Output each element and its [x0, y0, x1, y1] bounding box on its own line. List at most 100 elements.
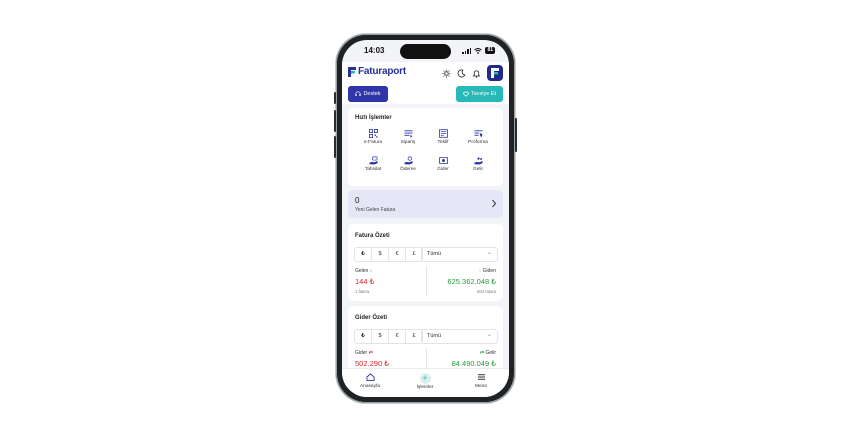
- wifi-icon: [474, 47, 483, 54]
- quick-actions-card: Hızlı İşlemler e-Fatura Sipariş Teklif P…: [348, 108, 503, 186]
- income-icon: [473, 157, 483, 165]
- proforma-icon: [473, 130, 483, 138]
- avatar-logo-icon: [491, 68, 499, 78]
- quick-action-label: Gider: [437, 167, 449, 172]
- status-bar: 14:03 81: [342, 40, 509, 62]
- expense-summary-card: Gider Özeti ₺ $ € £ Tümü ⌄ Gider ⇄ ⇄ Gel…: [348, 306, 503, 370]
- action-bar: Destek Tavsiye Et: [342, 86, 509, 104]
- moon-icon[interactable]: [457, 68, 466, 78]
- quick-action-odeme[interactable]: Ödeme: [393, 156, 423, 172]
- nav-actions-label: İşlemler: [416, 385, 434, 390]
- income-icon: ⇄: [479, 350, 485, 356]
- invoice-filter-value: Tümü: [427, 251, 442, 257]
- incoming-label: Gelen ↓: [355, 268, 373, 274]
- quick-action-teklif[interactable]: Teklif: [428, 129, 458, 145]
- quick-action-label: Tahsilat: [364, 167, 382, 172]
- invoice-summary-title: Fatura Özeti: [355, 233, 390, 239]
- income-amount: 84.490.049 ₺: [451, 359, 496, 368]
- arrow-down-icon: ↓: [369, 268, 373, 274]
- chevron-down-icon: ⌄: [486, 332, 492, 338]
- nav-menu-label: Menü: [475, 384, 487, 389]
- expense-icon: [438, 156, 448, 165]
- heart-icon: [463, 91, 469, 97]
- quick-action-proforma[interactable]: Proforma: [463, 129, 493, 145]
- expense-amount: 502.290 ₺: [355, 359, 389, 368]
- phone-power-button: [515, 118, 517, 152]
- outgoing-amount: 625.362.048 ₺: [447, 277, 496, 286]
- quick-action-gider[interactable]: Gider: [428, 156, 458, 172]
- quick-action-label: Gelir: [472, 167, 484, 172]
- quick-action-label: Ödeme: [400, 167, 416, 172]
- profile-avatar[interactable]: [487, 65, 503, 81]
- quick-action-label: e-Fatura: [363, 140, 383, 145]
- quick-action-siparis[interactable]: Sipariş: [393, 129, 423, 145]
- app-logo[interactable]: Faturaport: [348, 66, 406, 77]
- status-time: 14:03: [364, 46, 385, 55]
- expense-summary-title: Gider Özeti: [355, 315, 388, 321]
- bell-icon[interactable]: [472, 69, 481, 78]
- dynamic-island: [400, 44, 451, 59]
- bottom-nav: Anasayfa + İşlemler Menü: [342, 368, 509, 397]
- incoming-count: 1 fatura: [355, 289, 370, 294]
- nav-home[interactable]: Anasayfa: [356, 373, 384, 389]
- quick-action-label: Sipariş: [400, 140, 416, 145]
- arrow-up-icon: ↑: [478, 268, 482, 274]
- new-invoices-card[interactable]: 0 Yeni Gelen Fatura: [348, 190, 503, 218]
- order-icon: [403, 130, 413, 138]
- support-button[interactable]: Destek: [348, 86, 388, 102]
- currency-tab-try[interactable]: ₺: [355, 330, 372, 343]
- support-label: Destek: [363, 91, 381, 97]
- new-invoices-count: 0: [355, 196, 360, 205]
- phone-volume-up: [334, 110, 336, 132]
- header-actions: [442, 65, 503, 81]
- expense-label: Gider ⇄: [355, 350, 373, 356]
- logo-icon: [348, 66, 356, 77]
- summary-divider: [426, 266, 427, 296]
- currency-tab-try[interactable]: ₺: [355, 248, 372, 261]
- battery-icon: 81: [485, 47, 495, 54]
- invoice-currency-tabs: ₺ $ € £: [354, 247, 423, 262]
- headset-icon: [355, 91, 362, 96]
- new-invoices-label: Yeni Gelen Fatura: [355, 207, 396, 213]
- menu-icon: [477, 374, 485, 380]
- signal-icon: [462, 47, 472, 54]
- currency-tab-gbp[interactable]: £: [406, 330, 422, 343]
- chevron-down-icon: ⌄: [486, 250, 492, 256]
- collection-icon: [368, 156, 378, 165]
- phone-screen: 14:03 81 Faturaport Destek Tavsiye Et Hı…: [342, 40, 509, 397]
- recommend-label: Tavsiye Et: [470, 91, 497, 97]
- payment-icon: [403, 156, 413, 165]
- chevron-right-icon: [492, 199, 497, 208]
- currency-tab-usd[interactable]: $: [372, 330, 389, 343]
- phone-side-button: [334, 92, 336, 104]
- quick-actions-title: Hızlı İşlemler: [355, 115, 392, 121]
- outgoing-count: 504 fatura: [477, 289, 496, 294]
- recommend-button[interactable]: Tavsiye Et: [456, 86, 503, 102]
- app-header: Faturaport: [342, 62, 509, 86]
- currency-tab-eur[interactable]: €: [389, 330, 406, 343]
- expense-filter-select[interactable]: Tümü ⌄: [421, 329, 498, 344]
- quick-action-gelir[interactable]: Gelir: [463, 156, 493, 172]
- summary-divider: [426, 348, 427, 370]
- sun-icon[interactable]: [442, 68, 451, 78]
- currency-tab-eur[interactable]: €: [389, 248, 406, 261]
- nav-menu[interactable]: Menü: [467, 373, 495, 389]
- income-label: ⇄ Gelir: [479, 350, 496, 356]
- plus-icon: +: [419, 373, 431, 384]
- home-icon: [366, 373, 374, 381]
- phone-volume-down: [334, 136, 336, 158]
- quick-action-label: Proforma: [468, 140, 488, 145]
- nav-actions[interactable]: + İşlemler: [411, 373, 439, 390]
- qr-icon: [368, 129, 378, 138]
- outgoing-label: ↑ Giden: [478, 268, 496, 274]
- invoice-summary-card: Fatura Özeti ₺ $ € £ Tümü ⌄ Gelen ↓ ↑ Gi…: [348, 224, 503, 301]
- expense-icon: ⇄: [368, 350, 373, 356]
- invoice-filter-select[interactable]: Tümü ⌄: [421, 247, 498, 262]
- nav-home-label: Anasayfa: [359, 384, 380, 389]
- quick-action-label: Teklif: [437, 140, 449, 145]
- quick-action-tahsilat[interactable]: Tahsilat: [358, 156, 388, 172]
- quick-action-efatura[interactable]: e-Fatura: [358, 129, 388, 145]
- expense-filter-value: Tümü: [427, 333, 442, 339]
- currency-tab-usd[interactable]: $: [372, 248, 389, 261]
- currency-tab-gbp[interactable]: £: [406, 248, 422, 261]
